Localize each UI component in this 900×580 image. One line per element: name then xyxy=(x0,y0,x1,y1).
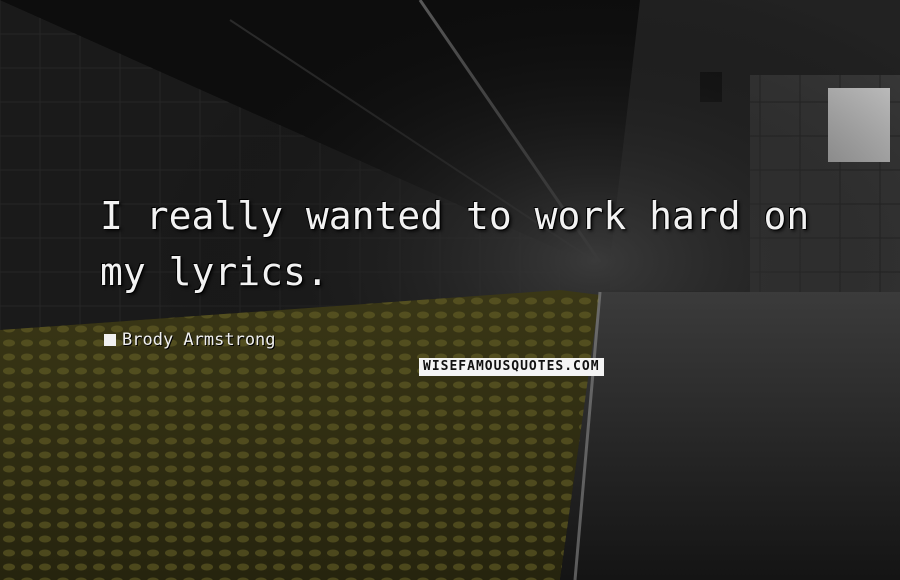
quote-text: I really wanted to work hard on my lyric… xyxy=(100,194,810,294)
quote-author: Brody Armstrong xyxy=(104,330,276,350)
site-watermark: WISEFAMOUSQUOTES.COM xyxy=(419,358,604,376)
quote-image: I really wanted to work hard on my lyric… xyxy=(0,0,900,580)
author-name: Brody Armstrong xyxy=(122,330,276,350)
square-bullet-icon xyxy=(104,334,116,346)
